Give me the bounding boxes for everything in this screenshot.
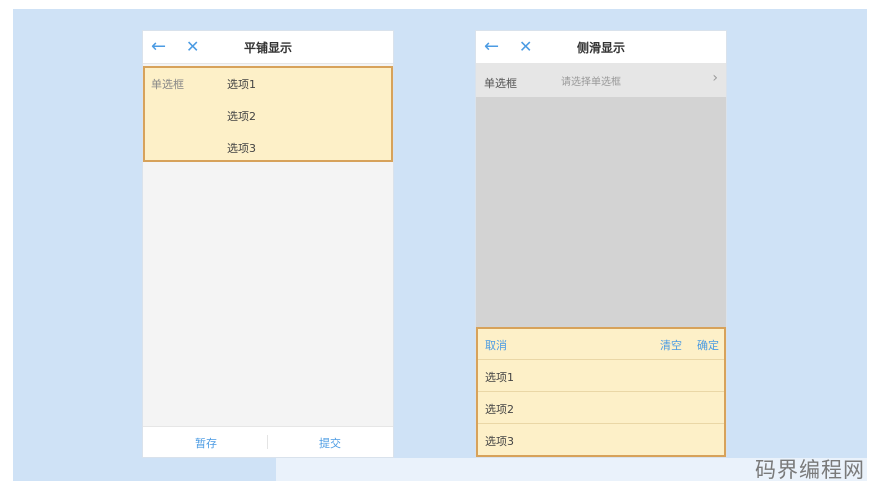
phone-tiled-display: ← ✕ 平铺显示 单选框 选项1 选项2 选项3 暂存 提交	[143, 31, 393, 457]
radio-select-field[interactable]: 单选框 请选择单选框 ›	[476, 64, 726, 97]
radio-field-label: 单选框	[484, 77, 517, 90]
radio-group-highlight: 单选框 选项1 选项2 选项3	[143, 66, 393, 162]
cancel-button[interactable]: 取消	[485, 337, 507, 353]
picker-option-2[interactable]: 选项2	[478, 391, 724, 424]
page-title: 平铺显示	[243, 41, 292, 55]
chevron-right-icon: ›	[712, 70, 718, 86]
page-title: 侧滑显示	[576, 41, 625, 55]
picker-option-3[interactable]: 选项3	[478, 423, 724, 456]
clear-button[interactable]: 清空	[660, 337, 682, 353]
header-bar: ← ✕ 侧滑显示	[476, 31, 726, 64]
footer-divider	[267, 435, 268, 449]
option-label: 选项1	[485, 371, 514, 384]
submit-button[interactable]: 提交	[319, 435, 341, 451]
select-placeholder: 请选择单选框	[561, 77, 621, 88]
picker-option-1[interactable]: 选项1	[478, 359, 724, 392]
bottom-sheet-picker: 取消 清空 确定 选项1 选项2 选项3	[476, 327, 726, 457]
option-label: 选项3	[485, 435, 514, 448]
save-draft-button[interactable]: 暂存	[195, 435, 217, 451]
footer-actions: 暂存 提交	[143, 426, 393, 457]
radio-option-2[interactable]: 选项2	[227, 108, 256, 124]
watermark-text: 码界编程网	[755, 458, 865, 482]
option-label: 选项2	[485, 403, 514, 416]
radio-option-1[interactable]: 选项1	[227, 76, 256, 92]
header-bar: ← ✕ 平铺显示	[143, 31, 393, 64]
radio-option-3[interactable]: 选项3	[227, 140, 256, 156]
confirm-button[interactable]: 确定	[697, 337, 719, 353]
canvas-background	[13, 9, 867, 481]
phone-slide-display: ← ✕ 侧滑显示 单选框 请选择单选框 › 取消 清空 确定 选项1 选项2 选…	[476, 31, 726, 457]
radio-field-label: 单选框	[151, 78, 184, 91]
